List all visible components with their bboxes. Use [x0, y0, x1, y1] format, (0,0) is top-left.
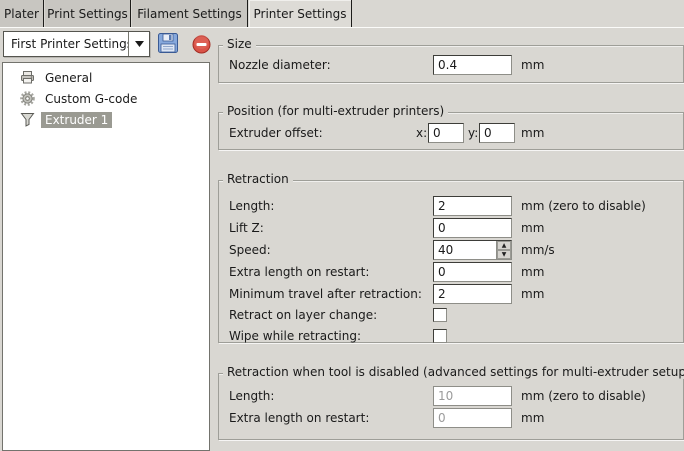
- setting-label: Extruder offset:: [229, 123, 323, 143]
- section-position: Position (for multi-extruder printers) E…: [218, 112, 684, 150]
- section-title: Size: [223, 37, 256, 51]
- tree-item-custom-gcode[interactable]: Custom G-code: [3, 88, 209, 109]
- unit-label: mm/s: [521, 240, 555, 260]
- tab-label: Filament Settings: [137, 7, 241, 21]
- settings-tree: General Custom G-code Extruder 1: [2, 62, 210, 451]
- x-label: x:: [416, 123, 427, 143]
- tab-filament-settings[interactable]: Filament Settings: [132, 0, 248, 27]
- row-wipe-while-retracting: Wipe while retracting:: [219, 326, 683, 346]
- tab-label: Plater: [4, 7, 39, 21]
- tab-print-settings[interactable]: Print Settings: [45, 0, 131, 27]
- delete-preset-button[interactable]: [189, 34, 213, 58]
- setting-label: Length:: [229, 196, 274, 216]
- spin-up-button[interactable]: ▲: [497, 241, 511, 250]
- unit-label: mm: [521, 218, 544, 238]
- section-retraction-tool-disabled: Retraction when tool is disabled (advanc…: [218, 373, 684, 440]
- setting-label: Length:: [229, 386, 274, 406]
- tab-printer-settings[interactable]: Printer Settings: [249, 0, 352, 27]
- y-label: y:: [468, 123, 478, 143]
- setting-label: Lift Z:: [229, 218, 264, 238]
- setting-label: Extra length on restart:: [229, 262, 369, 282]
- row-retract-layer-change: Retract on layer change:: [219, 305, 683, 325]
- speed-spinner: ▲ ▼: [496, 241, 511, 259]
- setting-label: Nozzle diameter:: [229, 55, 331, 75]
- section-title: Retraction when tool is disabled (advanc…: [223, 365, 684, 379]
- nozzle-diameter-input[interactable]: [433, 55, 512, 75]
- tree-item-extruder-1[interactable]: Extruder 1: [3, 109, 209, 130]
- row-min-travel: Minimum travel after retraction: mm: [219, 284, 683, 304]
- printer-preset-dropdown[interactable]: First Printer Settings: [3, 31, 150, 57]
- funnel-icon: [19, 111, 36, 128]
- min-travel-input[interactable]: [433, 284, 512, 304]
- setting-label: Speed:: [229, 240, 271, 260]
- gear-icon: [19, 90, 36, 107]
- row-retract-speed: Speed: ▲ ▼ mm/s: [219, 240, 683, 260]
- extruder-offset-y-input[interactable]: [479, 123, 515, 143]
- section-retraction: Retraction Length: mm (zero to disable) …: [218, 180, 684, 343]
- row-retract-length: Length: mm (zero to disable): [219, 196, 683, 216]
- extra-length-restart-input[interactable]: [433, 262, 512, 282]
- unit-label: mm: [521, 262, 544, 282]
- section-size: Size Nozzle diameter: mm: [218, 45, 684, 83]
- tree-item-label: Extruder 1: [41, 112, 112, 128]
- tab-label: Print Settings: [47, 7, 128, 21]
- tree-item-label: General: [41, 70, 96, 86]
- disabled-extra-length-input: [433, 408, 512, 428]
- row-disabled-extra-length: Extra length on restart: mm: [219, 408, 683, 428]
- tab-underline: [0, 27, 684, 28]
- row-disabled-retract-length: Length: mm (zero to disable): [219, 386, 683, 406]
- unit-label: mm (zero to disable): [521, 386, 646, 406]
- save-preset-button[interactable]: [156, 32, 180, 56]
- wipe-while-retracting-checkbox[interactable]: [433, 329, 447, 343]
- setting-label: Retract on layer change:: [229, 305, 377, 325]
- disabled-retract-length-input: [433, 386, 512, 406]
- lift-z-input[interactable]: [433, 218, 512, 238]
- tab-plater[interactable]: Plater: [0, 0, 44, 27]
- row-extra-length-restart: Extra length on restart: mm: [219, 262, 683, 282]
- extruder-offset-x-input[interactable]: [428, 123, 464, 143]
- setting-label: Wipe while retracting:: [229, 326, 361, 346]
- section-title: Retraction: [223, 172, 293, 186]
- chevron-down-icon: [128, 32, 149, 56]
- preset-name: First Printer Settings: [11, 32, 129, 56]
- setting-label: Minimum travel after retraction:: [229, 284, 422, 304]
- row-nozzle-diameter: Nozzle diameter: mm: [219, 55, 683, 75]
- printer-settings-window: Plater Print Settings Filament Settings …: [0, 0, 684, 451]
- section-title: Position (for multi-extruder printers): [223, 104, 448, 118]
- tree-item-label: Custom G-code: [41, 91, 141, 107]
- unit-label: mm (zero to disable): [521, 196, 646, 216]
- retract-length-input[interactable]: [433, 196, 512, 216]
- tab-label: Printer Settings: [254, 7, 347, 21]
- unit-label: mm: [521, 123, 544, 143]
- delete-preset-icon: [192, 35, 211, 57]
- unit-label: mm: [521, 408, 544, 428]
- tree-item-general[interactable]: General: [3, 67, 209, 88]
- unit-label: mm: [521, 284, 544, 304]
- spin-down-button[interactable]: ▼: [497, 250, 511, 259]
- row-lift-z: Lift Z: mm: [219, 218, 683, 238]
- retract-layer-change-checkbox[interactable]: [433, 308, 447, 322]
- unit-label: mm: [521, 55, 544, 75]
- tab-bar: Plater Print Settings Filament Settings …: [0, 0, 684, 27]
- printer-icon: [19, 69, 36, 86]
- save-floppy-icon: [157, 32, 179, 57]
- row-extruder-offset: Extruder offset: x: y: mm: [219, 123, 683, 143]
- setting-label: Extra length on restart:: [229, 408, 369, 428]
